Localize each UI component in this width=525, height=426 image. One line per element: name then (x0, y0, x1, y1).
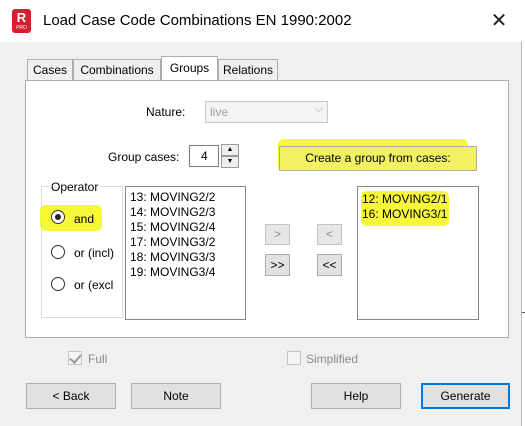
radio-dot (55, 214, 61, 220)
spin-up-icon[interactable]: ▲ (221, 144, 239, 156)
group-cases-input[interactable]: 4 (189, 145, 219, 167)
radio-or-excl-label: or (excl (74, 278, 114, 292)
nature-value: live (210, 105, 229, 119)
radio-or-incl[interactable] (51, 245, 65, 259)
list-item[interactable]: 12: MOVING2/1 (362, 192, 447, 206)
group-cases-label: Group cases: (108, 150, 180, 164)
tab-combinations[interactable]: Combinations (73, 59, 161, 80)
nature-label: Nature: (146, 105, 186, 119)
remove-all-button[interactable]: << (317, 254, 342, 276)
nature-select[interactable]: live ⌵ (205, 101, 328, 123)
dialog-window: R PRO Load Case Code Combinations EN 199… (0, 0, 522, 426)
full-checkbox[interactable] (68, 351, 82, 365)
operator-title: Operator (49, 180, 101, 194)
create-group-button[interactable]: Create a group from cases: (279, 146, 477, 171)
tab-groups[interactable]: Groups (161, 56, 218, 80)
list-item[interactable]: 16: MOVING3/1 (362, 207, 447, 221)
list-item[interactable]: 19: MOVING3/4 (130, 265, 215, 279)
group-cases-value: 4 (201, 149, 208, 163)
app-logo-letter: R (16, 10, 27, 25)
tab-cases[interactable]: Cases (27, 59, 73, 80)
tab-relations[interactable]: Relations (218, 59, 278, 80)
spin-down-icon[interactable]: ▼ (221, 156, 239, 168)
add-all-button[interactable]: >> (265, 254, 290, 276)
radio-or-excl[interactable] (51, 277, 65, 291)
list-item[interactable]: 18: MOVING3/3 (130, 250, 215, 264)
radio-and-label: and (74, 212, 95, 226)
radio-and[interactable] (51, 210, 65, 224)
available-cases-list[interactable]: 13: MOVING2/2 14: MOVING2/3 15: MOVING2/… (125, 186, 246, 320)
simplified-checkbox[interactable] (287, 351, 301, 365)
list-item[interactable]: 13: MOVING2/2 (130, 190, 215, 204)
simplified-label: Simplified (306, 352, 359, 366)
app-logo-icon: R PRO (12, 9, 31, 33)
remove-button[interactable]: < (317, 224, 342, 245)
group-cases-list[interactable]: 12: MOVING2/1 16: MOVING3/1 (357, 186, 479, 320)
close-icon[interactable]: ✕ (487, 10, 511, 32)
title-bar: R PRO Load Case Code Combinations EN 199… (0, 0, 522, 42)
back-button[interactable]: < Back (26, 383, 116, 409)
help-button[interactable]: Help (311, 383, 401, 409)
full-label: Full (88, 352, 108, 366)
app-logo-sub: PRO (16, 25, 27, 31)
note-button[interactable]: Note (131, 383, 221, 409)
window-title: Load Case Code Combinations EN 1990:2002 (43, 12, 352, 29)
radio-or-incl-label: or (incl) (74, 246, 115, 260)
list-item[interactable]: 15: MOVING2/4 (130, 220, 215, 234)
list-item[interactable]: 14: MOVING2/3 (130, 205, 215, 219)
add-button[interactable]: > (265, 224, 290, 245)
chevron-down-icon: ⌵ (314, 103, 323, 115)
generate-button[interactable]: Generate (421, 383, 510, 409)
list-item[interactable]: 17: MOVING3/2 (130, 235, 215, 249)
